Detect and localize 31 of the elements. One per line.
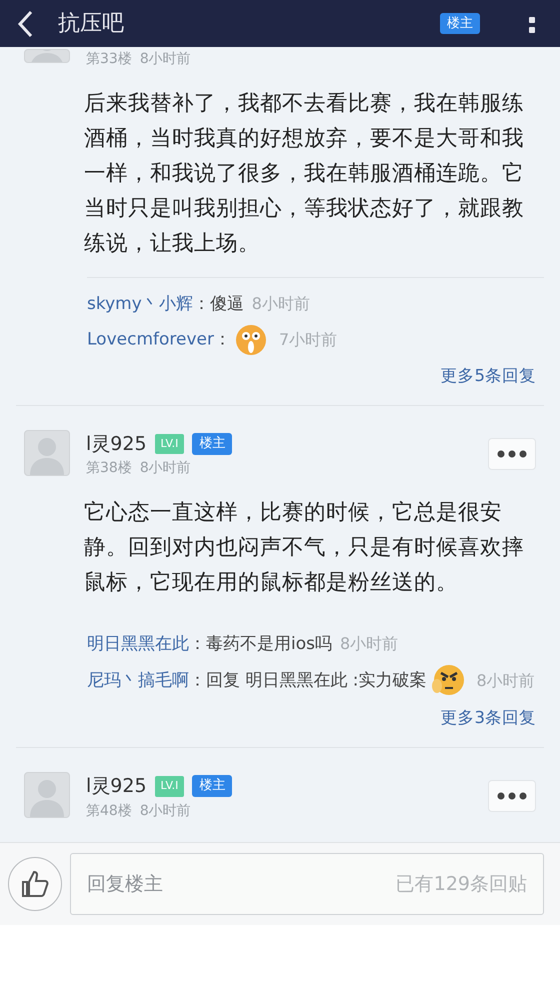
thread-owner-button[interactable]: 楼主 — [440, 12, 480, 34]
more-replies-link[interactable]: 更多3条回复 — [440, 706, 536, 731]
back-icon[interactable] — [16, 10, 34, 38]
more-options-button[interactable] — [488, 438, 536, 470]
thread-owner-badge: 楼主 — [192, 433, 232, 455]
post-time: 8小时前 — [140, 802, 191, 820]
floor-number: 第33楼 — [86, 50, 132, 69]
reply-count: 已有129条回贴 — [396, 872, 527, 897]
reply-comment: Lovecmforever： 7小时前 — [0, 324, 560, 356]
more-icon — [497, 450, 527, 458]
level-badge: LV.I — [154, 434, 184, 454]
floor-number: 第48楼 — [86, 802, 132, 820]
reply-comment: skymy丶小辉：傻逼 8小时前 — [86, 293, 311, 316]
thread-owner-badge: 楼主 — [192, 775, 232, 798]
floor-number: 第38楼 — [86, 459, 132, 478]
reply-comment: 明日黑黑在此：毒药不是用ios吗 8小时前 — [86, 633, 400, 656]
reply-comment: 尼玛丶搞毛啊：回复 明日黑黑在此 :实力破案 8小时前 — [0, 664, 560, 698]
page-title: 抗压吧 — [58, 10, 125, 38]
more-options-button[interactable] — [488, 780, 536, 812]
post-time: 8小时前 — [140, 50, 191, 69]
more-icon — [497, 792, 527, 800]
thumbs-up-icon — [20, 869, 50, 899]
username[interactable]: l灵925 — [86, 430, 147, 458]
like-button[interactable] — [8, 857, 62, 911]
post-text: 后来我替补了，我都不去看比赛，我在韩服练酒桶，当时我真的好想放弃，要不是大哥和我一样，和我说了很多，我在韩服酒桶连跪。它当时只是叫我别担心，等我状态好了，就跟教练说，让我上场。 — [83, 90, 525, 258]
post-text: 它心态一直这样，比赛的时候，它总是很安静。回到对内也闷声不气，只是有时候喜欢摔鼠标，它现在用的鼠标都是粉丝送的。 — [83, 499, 525, 598]
level-badge: LV.I — [154, 776, 184, 796]
reply-field[interactable]: 回复楼主 已有129条回贴 — [70, 853, 544, 915]
username[interactable]: l灵925 — [86, 772, 147, 800]
post-time: 8小时前 — [140, 459, 191, 478]
more-replies-link[interactable]: 更多5条回复 — [440, 364, 536, 389]
